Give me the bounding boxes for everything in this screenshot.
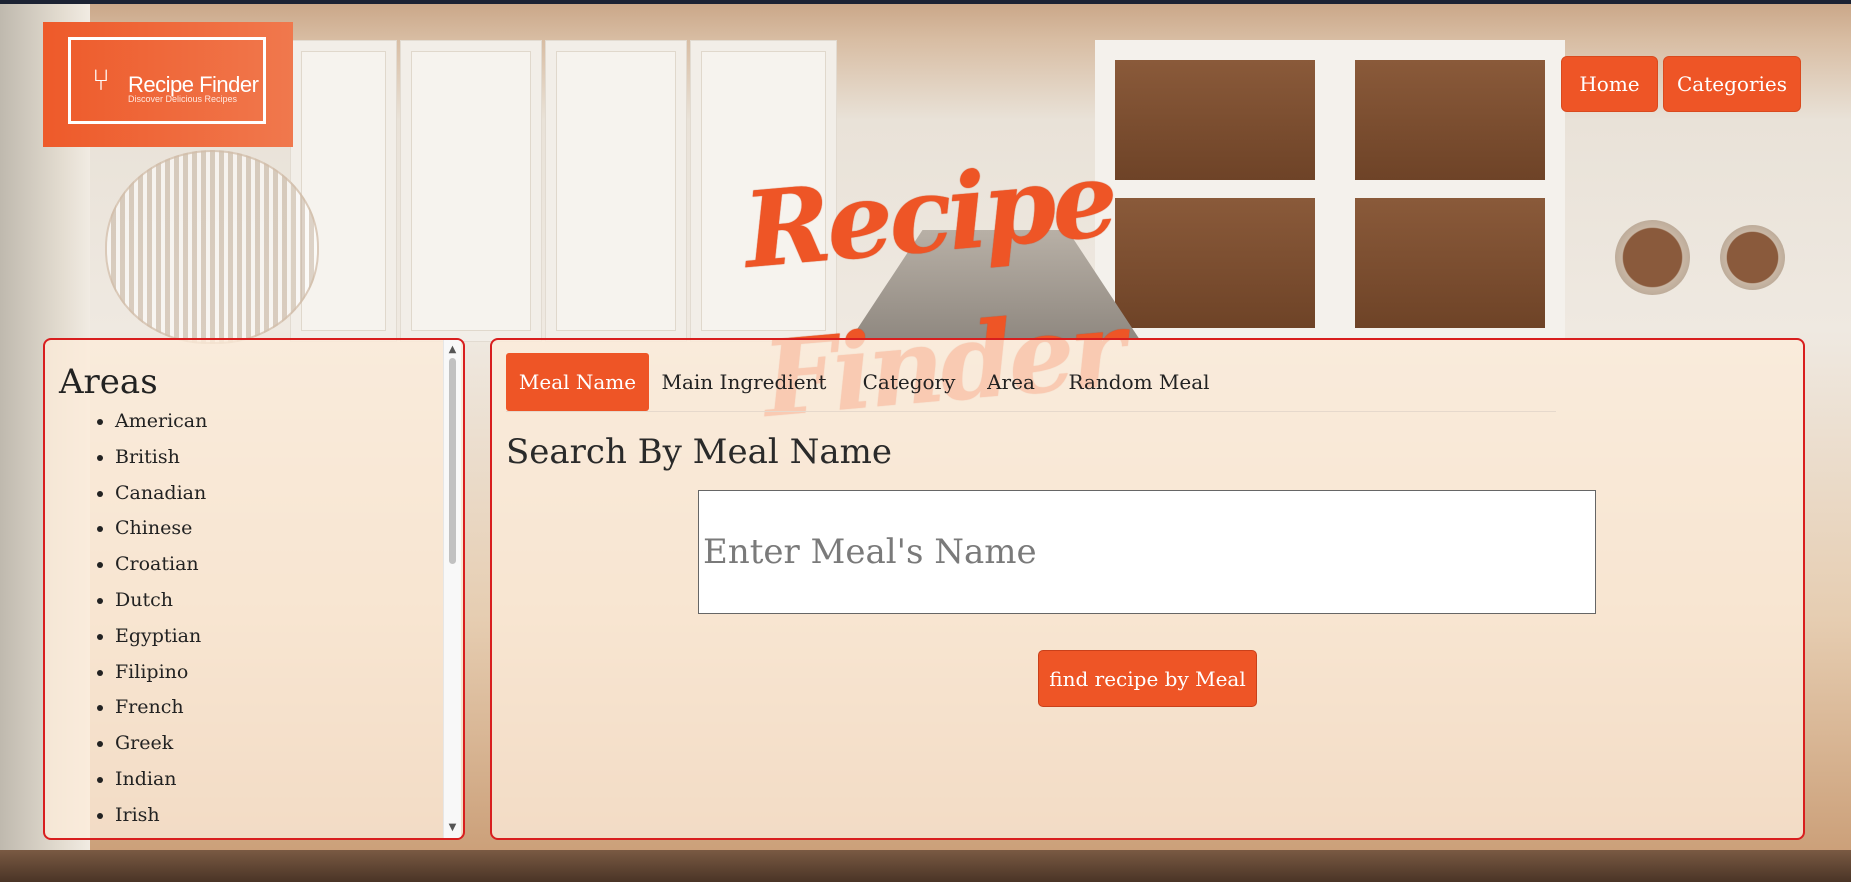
tab-category[interactable]: Category xyxy=(854,353,964,411)
meal-name-input[interactable] xyxy=(698,490,1596,614)
area-item-egyptian[interactable]: Egyptian xyxy=(115,625,207,661)
tab-random-meal[interactable]: Random Meal xyxy=(1059,353,1219,411)
area-item-croatian[interactable]: Croatian xyxy=(115,553,207,589)
scroll-down-arrow-icon[interactable]: ▼ xyxy=(444,820,461,836)
floor-decor xyxy=(0,850,1851,882)
find-recipe-button[interactable]: find recipe by Meal xyxy=(1038,650,1257,707)
areas-scrollbar[interactable]: ▲ ▼ xyxy=(443,340,461,838)
areas-list: American British Canadian Chinese Croati… xyxy=(71,410,207,838)
fork-spoon-icon: ⑂ xyxy=(92,63,110,98)
scroll-up-arrow-icon[interactable]: ▲ xyxy=(444,342,461,358)
area-item-dutch[interactable]: Dutch xyxy=(115,589,207,625)
search-heading: Search By Meal Name xyxy=(506,432,892,472)
search-tabs: Meal Name Main Ingredient Category Area … xyxy=(506,353,1556,412)
shelf-decor xyxy=(1355,60,1545,180)
area-item-greek[interactable]: Greek xyxy=(115,732,207,768)
cabinet-decor xyxy=(400,40,542,342)
search-panel: Meal Name Main Ingredient Category Area … xyxy=(490,338,1805,840)
logo-subtitle: Discover Delicious Recipes xyxy=(128,94,238,104)
areas-panel[interactable]: Areas American British Canadian Chinese … xyxy=(43,338,465,840)
area-item-chinese[interactable]: Chinese xyxy=(115,517,207,553)
browser-top-edge xyxy=(0,0,1851,4)
tab-meal-name[interactable]: Meal Name xyxy=(506,353,649,411)
areas-heading: Areas xyxy=(59,362,158,402)
area-item-french[interactable]: French xyxy=(115,696,207,732)
tab-area[interactable]: Area xyxy=(975,353,1047,411)
pendant-lamp-decor xyxy=(105,150,319,344)
shelf-decor xyxy=(1355,198,1545,328)
area-item-british[interactable]: British xyxy=(115,446,207,482)
area-item-filipino[interactable]: Filipino xyxy=(115,661,207,697)
area-item-indian[interactable]: Indian xyxy=(115,768,207,804)
area-item-irish[interactable]: Irish xyxy=(115,804,207,838)
area-item-american[interactable]: American xyxy=(115,410,207,446)
scroll-thumb[interactable] xyxy=(449,358,456,564)
cabinet-decor xyxy=(290,40,397,342)
pan-decor xyxy=(1615,220,1690,295)
home-nav-button[interactable]: Home xyxy=(1561,56,1658,112)
recipe-finder-page: ⑂ Recipe Finder Discover Delicious Recip… xyxy=(0,0,1851,882)
tab-main-ingredient[interactable]: Main Ingredient xyxy=(659,353,829,411)
area-item-canadian[interactable]: Canadian xyxy=(115,482,207,518)
categories-nav-button[interactable]: Categories xyxy=(1663,56,1801,112)
pan-decor xyxy=(1720,225,1785,290)
